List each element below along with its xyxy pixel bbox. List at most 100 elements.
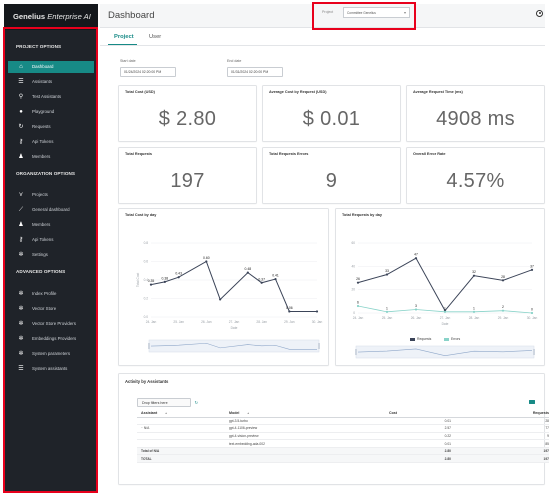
data-point — [472, 310, 476, 313]
y-tick-label: 0.8 — [144, 241, 149, 245]
data-label: 0.06 — [286, 306, 293, 310]
table-row[interactable]: gpt-3.5-turbo 0.01 28 — [137, 417, 549, 426]
table-header-row: Assistant ▴ Model ▴ Cost Requests — [137, 409, 549, 418]
navigator-area — [355, 345, 535, 359]
data-label: 3 — [415, 304, 417, 308]
metric-title: Average Cost by Request (USD) — [269, 90, 327, 94]
page-title: Dashboard — [108, 10, 155, 21]
y-tick-label: 0.2 — [144, 297, 149, 301]
data-point — [177, 276, 180, 279]
metric-value: $ 0.01 — [302, 108, 361, 130]
x-tick-label: 25. Jan — [382, 316, 393, 320]
data-label: 1 — [473, 306, 475, 310]
activity-title: Activity by Assistants — [125, 379, 169, 384]
sort-icon[interactable]: ▴ — [247, 411, 249, 415]
data-label: 0.43 — [175, 272, 182, 276]
y-axis-title: Total Cost — [136, 273, 140, 287]
legend-requests[interactable]: Requests — [410, 337, 431, 341]
drop-filters-area[interactable]: Drop filters here ↻ — [137, 398, 198, 407]
x-tick-label: 27. Jan — [229, 320, 240, 324]
table-row[interactable]: − N/A gpt-4-1106-preview 2.57 77 — [137, 424, 549, 433]
cost-by-day-chart: 0.00.20.40.60.824. Jan 25. Jan 26. Jan 27. … — [136, 241, 323, 353]
table-row[interactable]: gpt-4-vision-preview 0.22 9 — [137, 432, 549, 441]
table-subtotal-row: Total of N/A 2.80 197 — [137, 447, 549, 456]
metric-title: Total Cost (USD) — [125, 90, 155, 94]
start-date-input[interactable]: 01/24/2024 02:20:00 PM — [120, 67, 176, 77]
refresh-icon[interactable]: ↻ — [195, 399, 198, 407]
data-label: 1 — [444, 306, 446, 310]
data-point — [501, 279, 505, 282]
col-cost[interactable]: Cost — [385, 409, 455, 418]
data-point — [274, 277, 277, 281]
y-tick-label: 0.0 — [144, 315, 149, 319]
data-label: 0.48 — [245, 267, 252, 271]
data-label: 0.41 — [272, 274, 279, 278]
x-tick-label: 24. Jan — [146, 320, 157, 324]
sort-icon[interactable]: ▴ — [165, 411, 167, 415]
data-label: 0.38 — [162, 276, 169, 280]
metric-title: Total Requests — [125, 152, 152, 156]
x-tick-label: 29. Jan — [284, 320, 295, 324]
tab-project[interactable]: Project — [114, 34, 134, 40]
data-point — [385, 273, 389, 276]
col-requests[interactable]: Requests — [455, 409, 549, 418]
x-tick-label: 28. Jan — [256, 320, 267, 324]
data-label: 6 — [357, 301, 359, 305]
metric-title: Total Requests Errors — [269, 152, 309, 156]
x-tick-label: 30. Jan — [312, 320, 323, 324]
requests-by-day-chart: 020406024. Jan 25. Jan 26. Jan 27. Jan 28. J… — [351, 241, 537, 359]
navigator-handle-left — [148, 343, 150, 349]
legend-errors[interactable]: Errors — [444, 337, 460, 341]
data-label: 26 — [356, 277, 360, 281]
metric-total-requests: Total Requests 197 — [118, 147, 257, 204]
data-label: 2 — [502, 305, 504, 309]
col-model[interactable]: Model ▴ — [225, 409, 385, 418]
navigator-handle-right — [533, 349, 535, 355]
data-point — [530, 268, 534, 271]
x-tick-label: 24. Jan — [353, 316, 364, 320]
metric-value: 9 — [325, 170, 338, 192]
data-label: 47 — [414, 253, 418, 257]
metric-request-errors: Total Requests Errors 9 — [262, 147, 401, 204]
data-label: 0.60 — [203, 256, 210, 260]
data-point — [163, 280, 166, 283]
end-date-label: End date — [227, 59, 242, 63]
metric-total-cost: Total Cost (USD) $ 2.80 — [118, 85, 257, 142]
chart-card-cost: Total Cost by day 0.0 0.2 0.4 0.6 0.8 24. Jan… — [118, 208, 329, 366]
legend-swatch — [444, 337, 449, 341]
tab-user[interactable]: User — [149, 34, 161, 40]
y-tick-label: 0.6 — [144, 260, 149, 264]
table-row[interactable]: text-embedding-ada-002 0.01 85 — [137, 439, 549, 448]
data-point — [501, 309, 505, 312]
data-point — [205, 260, 208, 263]
series-line — [150, 260, 317, 312]
data-point — [260, 281, 263, 284]
data-point — [385, 310, 389, 313]
data-point — [219, 298, 222, 301]
series-line — [357, 257, 533, 312]
metric-value: 4908 ms — [436, 108, 515, 130]
activity-card: Activity by Assistants Drop filters here… — [118, 373, 549, 485]
data-point — [443, 310, 447, 313]
metric-avg-cost: Average Cost by Request (USD) $ 0.01 — [262, 85, 401, 142]
end-date-input[interactable]: 01/31/2024 02:20:00 PM — [227, 67, 283, 77]
data-label: 0 — [531, 308, 533, 312]
data-point — [149, 283, 153, 286]
data-point — [472, 274, 476, 277]
metric-title: Overall Error Rate — [413, 152, 446, 156]
col-assistant[interactable]: Assistant ▴ — [137, 409, 225, 418]
table-total-row: TOTAL 2.80 197 — [137, 454, 549, 464]
export-excel-icon[interactable] — [529, 400, 535, 404]
data-label: 28 — [501, 275, 505, 279]
data-point — [288, 310, 291, 313]
data-label: 0.37 — [258, 277, 265, 281]
user-avatar-icon[interactable] — [536, 10, 543, 17]
metric-value: 4.57% — [446, 170, 505, 192]
chart-card-requests: Total Requests by day 0 20 40 60 24. Jan 25. … — [335, 208, 545, 366]
y-tick-label: 40 — [351, 264, 355, 268]
data-point — [414, 257, 418, 260]
x-tick-label: 26. Jan — [201, 320, 212, 324]
x-tick-label: 25. Jan — [173, 320, 184, 324]
data-point — [315, 310, 319, 313]
legend-swatch — [410, 337, 415, 341]
